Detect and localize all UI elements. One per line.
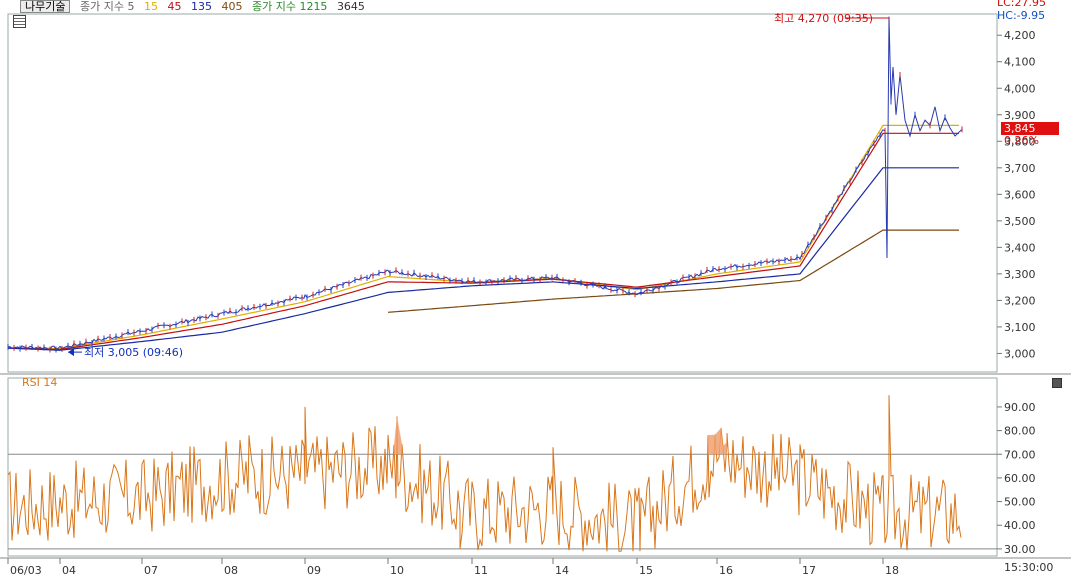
mode-button[interactable]: 나무기술 (20, 0, 71, 13)
price-tick-label: 3,900 (1004, 109, 1036, 122)
axis-time-label: 15:30:00 (1004, 561, 1054, 574)
ma-legend-label: 종가 지수 5 (79, 0, 135, 13)
chart-legend: 나무기술 종가 지수 5 15 45 135 405 종가 지수 1215 36… (0, 0, 1000, 13)
x-tick-label: 08 (224, 564, 238, 577)
high-annotation: 최고 4,270 (09:35) (774, 12, 873, 25)
chart-stage: 4,200 4,100 4,000 3,900 3,800 3,700 3,600 3,500… (0, 0, 1071, 581)
hc-label: HC:-9.95 (997, 9, 1046, 22)
price-tick-label: 3,600 (1004, 188, 1036, 201)
ma-line-405 (387, 229, 959, 313)
rsi-tick-label: 60.00 (1004, 472, 1036, 485)
price-tick-label: 3,500 (1004, 215, 1036, 228)
rsi-line (7, 395, 962, 552)
rsi-tick-label: 30.00 (1004, 543, 1036, 556)
x-tick-label: 10 (390, 564, 404, 577)
rsi-tick-label: 40.00 (1004, 519, 1036, 532)
price-tick-label: 4,100 (1004, 56, 1036, 69)
x-tick-label: 15 (639, 564, 653, 577)
lc-label: LC:27.95 (997, 0, 1047, 9)
x-tick-label: 11 (474, 564, 488, 577)
chart-canvas[interactable]: 4,2004,1004,0003,9003,8003,7003,6003,500… (0, 0, 1071, 581)
ma-line-45 (7, 132, 959, 351)
price-tick-label: 3,400 (1004, 241, 1036, 254)
x-tick-label: 09 (307, 564, 321, 577)
rsi-pane-label: RSI 14 (22, 376, 58, 389)
ma-135-legend: 135 (190, 0, 212, 13)
rsi-tick-label: 50.00 (1004, 496, 1036, 509)
rsi-pane-frame (7, 377, 998, 557)
ma-15-legend: 15 (143, 0, 158, 13)
ma-45-legend: 45 (167, 0, 182, 13)
rsi-tick-label: 70.00 (1004, 448, 1036, 461)
current-change-tag: 0.26% (1004, 134, 1039, 147)
rsi-tick-label: 90.00 (1004, 401, 1036, 414)
x-tick-label: 18 (885, 564, 899, 577)
price-line (7, 16, 963, 351)
low-annotation: 최저 3,005 (09:46) (84, 346, 183, 359)
ma-405-legend: 405 (221, 0, 243, 13)
x-tick-label: 14 (555, 564, 569, 577)
price-tick-label: 4,000 (1004, 82, 1036, 95)
price-tick-label: 3,100 (1004, 321, 1036, 334)
rsi-overbought-fill (708, 428, 727, 455)
price-tick-label: 4,200 (1004, 29, 1036, 42)
rsi-overbought-fill (394, 416, 402, 455)
x-tick-label: 17 (802, 564, 816, 577)
vol-legend-extra: 3645 (336, 0, 365, 13)
x-tick-label: 04 (62, 564, 76, 577)
rsi-tick-label: 80.00 (1004, 425, 1036, 438)
price-tick-label: 3,000 (1004, 347, 1036, 360)
x-tick-label: 16 (719, 564, 733, 577)
price-tick-label: 3,700 (1004, 162, 1036, 175)
grid-toggle-icon[interactable] (13, 15, 26, 28)
price-tick-label: 3,300 (1004, 268, 1036, 281)
price-pane-frame (7, 13, 998, 373)
ma-line-135 (7, 167, 959, 351)
ma-line-15 (7, 124, 959, 350)
pane-close-icon[interactable] (1052, 378, 1062, 388)
x-tick-label: 07 (144, 564, 158, 577)
vol-legend-label: 종가 지수 1215 (251, 0, 328, 13)
x-tick-label: 06/03 (10, 564, 42, 577)
price-tick-label: 3,200 (1004, 294, 1036, 307)
